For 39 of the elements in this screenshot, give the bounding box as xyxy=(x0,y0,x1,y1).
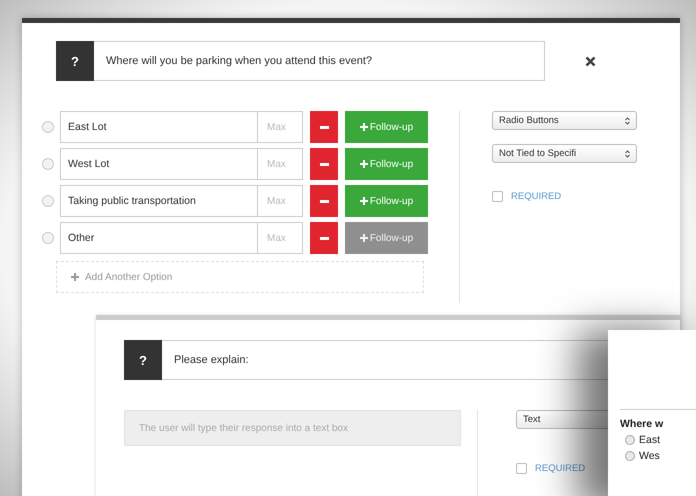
radio-icon xyxy=(42,158,54,170)
remove-button[interactable] xyxy=(310,222,338,254)
preview-option-label: East xyxy=(639,434,660,446)
close-icon xyxy=(585,56,596,66)
question-field[interactable]: Where will you be parking when you attend this event? xyxy=(94,41,545,81)
required-label: REQUIRED xyxy=(535,463,586,474)
minus-icon xyxy=(320,200,328,202)
option-field[interactable]: Other xyxy=(60,222,258,254)
plus-icon xyxy=(360,123,368,131)
option-field[interactable]: West Lot xyxy=(60,148,258,180)
radio-icon xyxy=(42,232,54,244)
plus-icon xyxy=(360,197,368,205)
plus-icon xyxy=(360,234,368,242)
question-badge: ? xyxy=(56,41,94,81)
minus-icon xyxy=(320,236,328,240)
chevron-icon xyxy=(625,116,630,124)
required-label: REQUIRED xyxy=(511,191,562,202)
minus-icon xyxy=(320,162,328,166)
remove-button[interactable] xyxy=(310,185,338,217)
radio-icon xyxy=(42,195,54,207)
chevron-icon xyxy=(625,150,630,158)
required-checkbox[interactable] xyxy=(492,191,503,202)
close-button[interactable] xyxy=(583,54,598,68)
required-checkbox[interactable] xyxy=(516,463,527,474)
plus-icon xyxy=(71,273,79,281)
answer-placeholder-box: The user will type their response into a text box xyxy=(124,410,461,446)
minus-icon xyxy=(320,126,328,128)
option-field[interactable]: Taking public transportation xyxy=(60,185,258,217)
preview-radio[interactable] xyxy=(625,451,635,461)
preview-option-label: Wes xyxy=(639,450,660,462)
option-field[interactable]: East Lot xyxy=(60,111,258,143)
remove-button[interactable] xyxy=(310,148,338,180)
tie-select[interactable]: Not Tied to Specifi xyxy=(492,144,637,163)
plus-icon xyxy=(360,160,368,168)
remove-button[interactable] xyxy=(310,111,338,143)
question-badge: ? xyxy=(124,340,162,380)
preview-radio[interactable] xyxy=(625,435,635,445)
answer-type-select[interactable]: Radio Buttons xyxy=(492,111,637,130)
radio-icon xyxy=(42,121,54,133)
